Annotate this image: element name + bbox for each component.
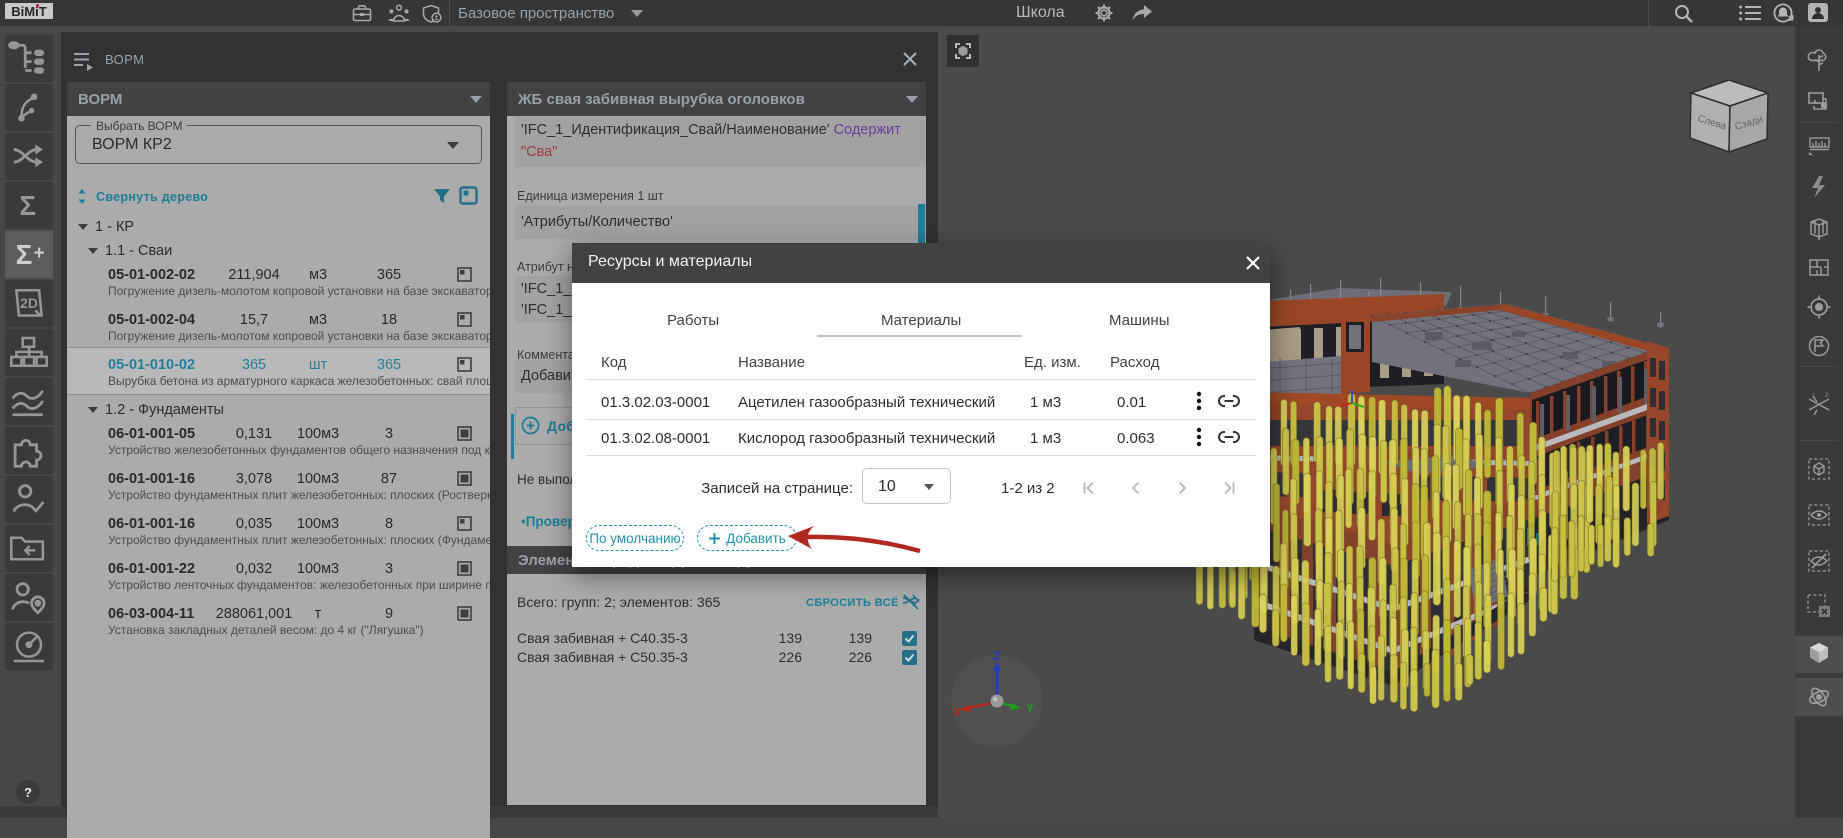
svg-text:Y: Y bbox=[1026, 701, 1034, 715]
svg-text:2: 2 bbox=[1825, 393, 1829, 399]
svg-text:Z: Z bbox=[993, 649, 1000, 663]
svg-text:X: X bbox=[953, 705, 961, 719]
